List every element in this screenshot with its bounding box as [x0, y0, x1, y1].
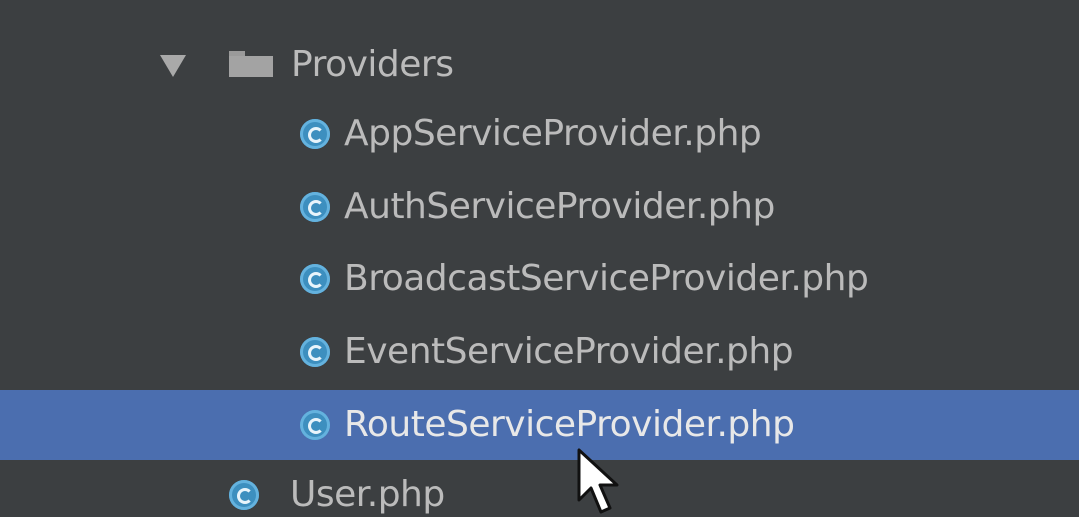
tree-node-file[interactable]: User.php — [0, 460, 1079, 517]
tree-node-providers-folder[interactable]: Providers — [0, 30, 1079, 100]
tree-node-file-selected[interactable]: RouteServiceProvider.php — [0, 390, 1079, 460]
file-label: User.php — [290, 474, 445, 515]
php-class-icon — [229, 480, 259, 510]
tree-node-file[interactable]: EventServiceProvider.php — [0, 317, 1079, 387]
file-label: AuthServiceProvider.php — [344, 186, 775, 227]
file-label: BroadcastServiceProvider.php — [344, 258, 869, 299]
tree-node-file[interactable]: AuthServiceProvider.php — [0, 172, 1079, 242]
file-label: AppServiceProvider.php — [344, 113, 762, 154]
file-label: EventServiceProvider.php — [344, 331, 794, 372]
php-class-icon — [300, 337, 330, 367]
file-label: RouteServiceProvider.php — [344, 404, 795, 445]
folder-icon — [229, 51, 273, 77]
php-class-icon — [300, 119, 330, 149]
php-class-icon — [300, 410, 330, 440]
folder-label: Providers — [291, 44, 454, 85]
php-class-icon — [300, 264, 330, 294]
tree-node-file[interactable]: AppServiceProvider.php — [0, 99, 1079, 169]
expanded-arrow-icon[interactable] — [160, 55, 186, 77]
php-class-icon — [300, 192, 330, 222]
tree-node-file[interactable]: BroadcastServiceProvider.php — [0, 244, 1079, 314]
project-tree: Providers AppServiceProvider.php AuthSer… — [0, 0, 1079, 517]
mouse-pointer-icon — [577, 448, 619, 514]
